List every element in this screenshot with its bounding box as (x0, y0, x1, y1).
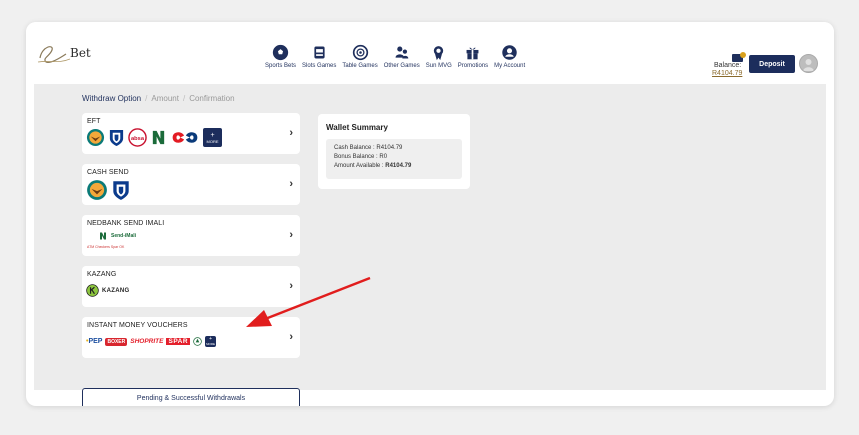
soccer-ball-icon (272, 44, 289, 61)
nav-label: Other Games (383, 63, 420, 69)
nav-slots-games[interactable]: Slots Games (302, 44, 336, 69)
spar-logo: SPAR (166, 338, 191, 345)
gift-icon (466, 47, 479, 60)
avatar-placeholder-icon (803, 59, 814, 71)
standard-bank-logo-icon (109, 129, 124, 146)
avatar[interactable] (799, 54, 818, 73)
pep-logo: •PEP (86, 338, 102, 345)
nedbank-logo-icon (100, 232, 106, 240)
sunbet-logo[interactable]: Bet (36, 40, 96, 66)
plus-icon: + (210, 131, 215, 139)
more-vouchers-button[interactable]: + MORE (205, 336, 217, 347)
bonus-balance: Bonus Balance : R0 (334, 154, 388, 160)
chevron-right-icon: › (289, 127, 293, 139)
nav-promotions[interactable]: Promotions (458, 44, 488, 69)
chevron-right-icon: › (289, 331, 293, 343)
capitec-logo-icon (172, 132, 198, 143)
more-banks-button[interactable]: + MORE (203, 128, 222, 147)
wallet-summary-card: Wallet Summary Cash Balance : R4104.79 B… (318, 114, 470, 189)
nav-sports-bets[interactable]: Sports Bets (265, 44, 296, 69)
people-icon (395, 46, 409, 59)
nav-my-account[interactable]: My Account (494, 44, 525, 69)
nedbank-logo-icon (152, 130, 165, 145)
kazang-logo: KAZANG (86, 284, 129, 297)
fnb-logo-icon (86, 128, 105, 147)
absa-logo-icon: absa (128, 128, 147, 147)
boxer-logo: BOXER (105, 337, 128, 346)
send-imali-logo: Send-iMali (98, 231, 136, 241)
user-icon (502, 45, 517, 60)
bank-logos: absa + MORE (86, 128, 222, 147)
option-title: KAZANG (87, 271, 117, 278)
absa-text: absa (131, 136, 145, 142)
more-label: MORE (206, 138, 219, 144)
shoprite-logo: SHOPRITE (130, 338, 164, 345)
kazang-text: KAZANG (102, 287, 130, 294)
amount-available-value: R4104.79 (385, 163, 412, 169)
send-imali-text: Send-iMali (111, 233, 137, 239)
deposit-button[interactable]: Deposit (749, 55, 795, 73)
option-title: EFT (87, 118, 101, 125)
award-ribbon-icon (434, 46, 444, 61)
breadcrumb-confirmation: Confirmation (189, 94, 235, 103)
option-cash-send[interactable]: CASH SEND › (82, 164, 300, 205)
nav-label: Sun MVG (425, 63, 452, 69)
wallet-summary-title: Wallet Summary (326, 123, 388, 132)
breadcrumb-separator: / (145, 94, 148, 103)
more-label: MORE (206, 342, 216, 346)
send-imali-partners: ATM Checkers Spar OK (87, 245, 125, 249)
amount-available: Amount Available : R4104.79 (334, 163, 411, 169)
spar-tree-icon (193, 337, 202, 346)
breadcrumb-separator: / (182, 94, 186, 103)
browser-window: Bet Sports Bets Slots Games Table Games … (26, 22, 834, 406)
kazang-k-icon (86, 284, 99, 297)
nav-label: My Account (494, 63, 526, 69)
breadcrumb: Withdraw Option / Amount / Confirmation (82, 94, 235, 103)
roulette-icon (352, 44, 368, 61)
cash-balance: Cash Balance : R4104.79 (334, 145, 403, 151)
slot-machine-icon (314, 46, 325, 59)
nav-sun-mvg[interactable]: Sun MVG (426, 44, 452, 69)
main-content: Withdraw Option / Amount / Confirmation EFT … (34, 84, 826, 406)
bank-logos (86, 179, 131, 201)
nav-label: Promotions (457, 63, 489, 69)
option-title: INSTANT MONEY VOUCHERS (87, 322, 188, 329)
balance-label: Balance: (714, 62, 742, 69)
chevron-right-icon: › (289, 229, 293, 241)
option-eft[interactable]: EFT absa + MORE › (82, 113, 300, 154)
nav-label: Slots Games (302, 63, 337, 69)
amount-available-label: Amount Available : (334, 163, 386, 169)
balance-value[interactable]: R4104.79 (712, 70, 742, 77)
breadcrumb-amount: Amount (151, 94, 179, 103)
nav-label: Sports Bets (265, 63, 297, 69)
nav-label: Table Games (342, 63, 378, 69)
breadcrumb-withdraw-option[interactable]: Withdraw Option (82, 94, 141, 103)
top-bar: Bet Sports Bets Slots Games Table Games … (26, 22, 834, 84)
chevron-right-icon: › (289, 178, 293, 190)
main-nav: Sports Bets Slots Games Table Games Othe… (262, 44, 528, 69)
option-title: CASH SEND (87, 169, 129, 176)
wallet-summary-details: Cash Balance : R4104.79 Bonus Balance : … (326, 139, 462, 179)
voucher-logos: •PEP BOXER SHOPRITE SPAR + MORE (86, 336, 217, 347)
pep-text: PEP (88, 338, 103, 345)
logo-text: Bet (70, 46, 91, 60)
annotation-arrow-icon (246, 276, 371, 327)
pending-successful-withdrawals-button[interactable]: Pending & Successful Withdrawals (82, 388, 300, 406)
option-nedbank-send-imali[interactable]: NEDBANK SEND IMALI Send-iMali ATM Checke… (82, 215, 300, 256)
standard-bank-logo-icon (113, 181, 129, 200)
option-title: NEDBANK SEND IMALI (87, 220, 165, 227)
nav-table-games[interactable]: Table Games (342, 44, 378, 69)
fnb-logo-icon (87, 180, 107, 200)
nav-other-games[interactable]: Other Games (384, 44, 420, 69)
